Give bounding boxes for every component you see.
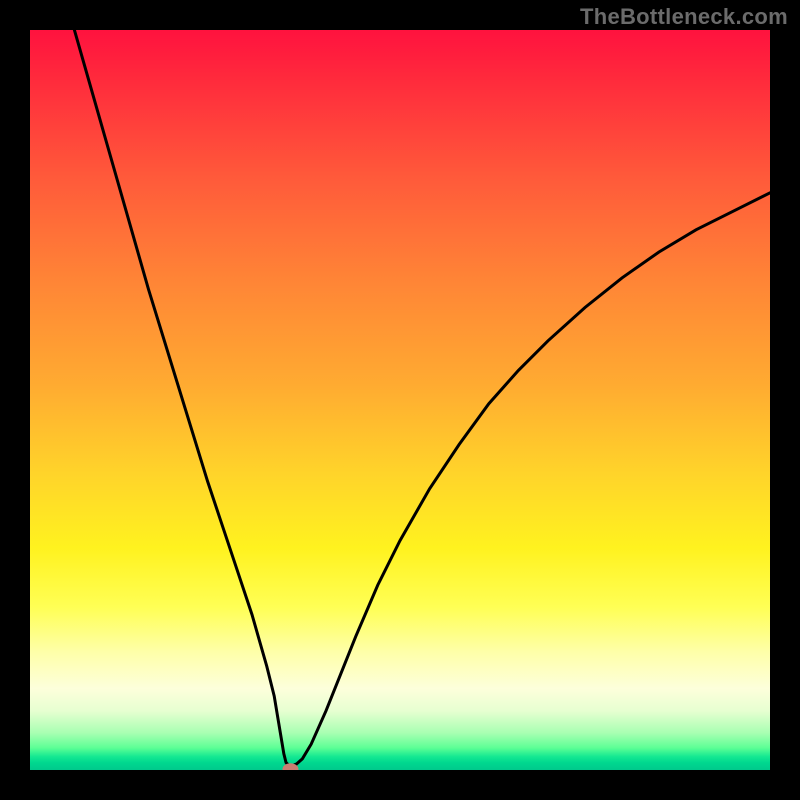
plot-area (30, 30, 770, 770)
watermark-text: TheBottleneck.com (580, 4, 788, 30)
chart-container: TheBottleneck.com (0, 0, 800, 800)
curve-layer (30, 30, 770, 770)
bottleneck-curve (74, 30, 770, 766)
